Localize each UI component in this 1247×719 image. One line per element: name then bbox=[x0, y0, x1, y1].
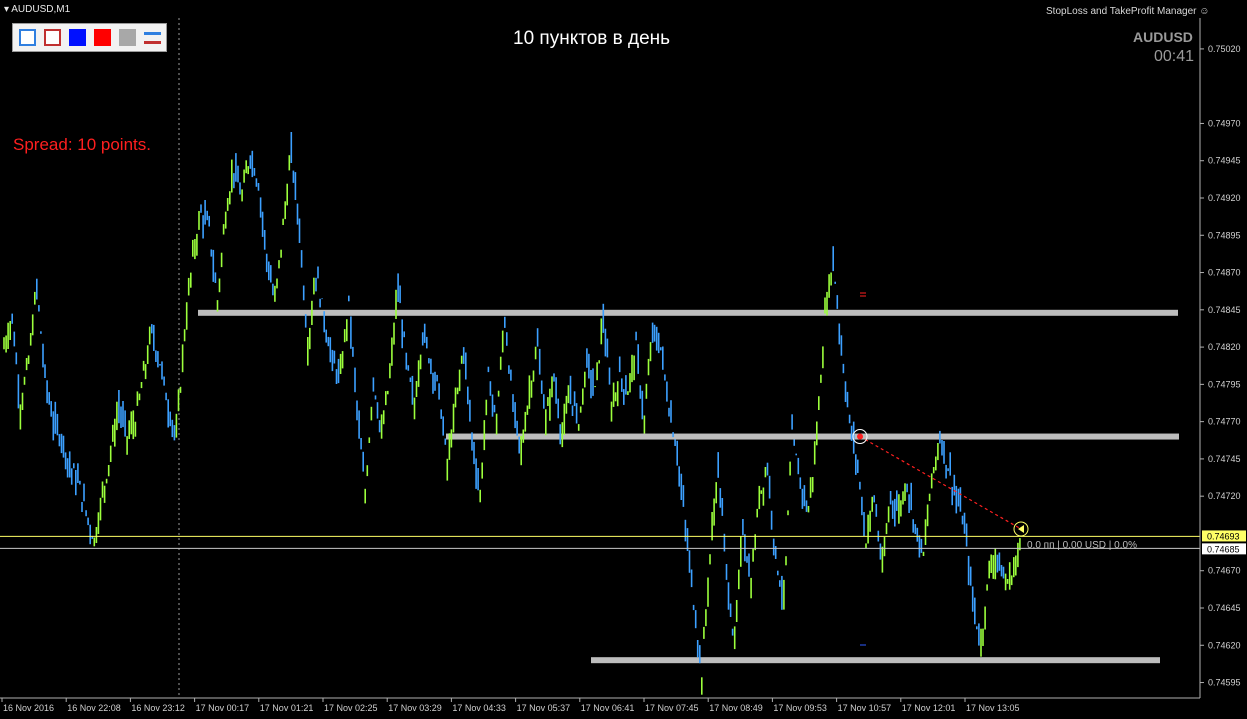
gray-fill-button[interactable] bbox=[119, 29, 136, 46]
price-tick-label: 0.74795 bbox=[1208, 379, 1241, 389]
blue-fill-button[interactable] bbox=[69, 29, 86, 46]
time-tick-label: 17 Nov 05:37 bbox=[517, 703, 571, 713]
time-tick-label: 17 Nov 12:01 bbox=[902, 703, 956, 713]
entry-marker-dot bbox=[857, 433, 863, 440]
time-tick-label: 16 Nov 2016 bbox=[3, 703, 54, 713]
headline-text: 10 пунктов в день bbox=[513, 28, 671, 49]
manager-title-text: StopLoss and TakeProfit Manager bbox=[1046, 6, 1197, 17]
time-tick-label: 17 Nov 02:25 bbox=[324, 703, 378, 713]
line-tool-panel bbox=[12, 23, 167, 52]
window-title-text: AUDUSD,M1 bbox=[11, 4, 71, 15]
price-tick-label: 0.74845 bbox=[1208, 305, 1241, 315]
price-tick-label: 0.74720 bbox=[1208, 491, 1241, 501]
time-tick-label: 17 Nov 09:53 bbox=[773, 703, 827, 713]
bar-countdown-clock: 00:41 bbox=[1154, 48, 1195, 65]
price-tick-label: 0.74920 bbox=[1208, 193, 1241, 203]
smiley-icon: ☺ bbox=[1199, 6, 1210, 17]
time-tick-label: 17 Nov 01:21 bbox=[260, 703, 314, 713]
spread-label: Spread: 10 points. bbox=[13, 135, 151, 154]
price-tick-label: 0.74945 bbox=[1208, 156, 1241, 166]
price-tick-label: 0.74620 bbox=[1208, 640, 1241, 650]
position-info-label: 0.0 пп | 0.00 USD | 0.0% bbox=[1027, 540, 1137, 551]
manager-title: StopLoss and TakeProfit Manager ☺ bbox=[1046, 6, 1209, 17]
price-tick-label: 0.74895 bbox=[1208, 230, 1241, 240]
time-tick-label: 17 Nov 10:57 bbox=[838, 703, 892, 713]
window-title: ▾ AUDUSD,M1 bbox=[4, 4, 70, 15]
time-tick-label: 16 Nov 23:12 bbox=[131, 703, 185, 713]
price-tick-label: 0.74870 bbox=[1208, 268, 1241, 278]
price-tick-label: 0.74595 bbox=[1208, 678, 1241, 688]
level-resistance bbox=[198, 309, 1178, 316]
line-style-button[interactable] bbox=[144, 29, 161, 46]
level-middle bbox=[446, 433, 1179, 440]
red-outline-button[interactable] bbox=[44, 29, 61, 46]
blue-outline-button[interactable] bbox=[19, 29, 36, 46]
time-tick-label: 16 Nov 22:08 bbox=[67, 703, 121, 713]
bid-price-label: 0.74693 bbox=[1207, 531, 1240, 541]
symbol-label: AUDUSD bbox=[1133, 29, 1193, 45]
time-tick-label: 17 Nov 07:45 bbox=[645, 703, 699, 713]
price-tick-label: 0.74670 bbox=[1208, 566, 1241, 576]
price-tick-label: 0.74970 bbox=[1208, 118, 1241, 128]
chart-background bbox=[0, 0, 1247, 719]
level-support bbox=[591, 657, 1160, 664]
time-tick-label: 17 Nov 13:05 bbox=[966, 703, 1020, 713]
price-tick-label: 0.74645 bbox=[1208, 603, 1241, 613]
price-tick-label: 0.74820 bbox=[1208, 342, 1241, 352]
time-tick-label: 17 Nov 00:17 bbox=[196, 703, 250, 713]
ask-price-label: 0.74685 bbox=[1207, 544, 1240, 554]
red-fill-button[interactable] bbox=[94, 29, 111, 46]
time-tick-label: 17 Nov 08:49 bbox=[709, 703, 763, 713]
time-tick-label: 17 Nov 03:29 bbox=[388, 703, 442, 713]
price-tick-label: 0.74745 bbox=[1208, 454, 1241, 464]
price-tick-label: 0.74770 bbox=[1208, 417, 1241, 427]
time-tick-label: 17 Nov 06:41 bbox=[581, 703, 635, 713]
price-tick-label: 0.75020 bbox=[1208, 44, 1241, 54]
price-chart[interactable]: 0.74693 0.74685 0.75020 0.74970 0.74945 0.74… bbox=[0, 0, 1247, 719]
time-tick-label: 17 Nov 04:33 bbox=[452, 703, 506, 713]
